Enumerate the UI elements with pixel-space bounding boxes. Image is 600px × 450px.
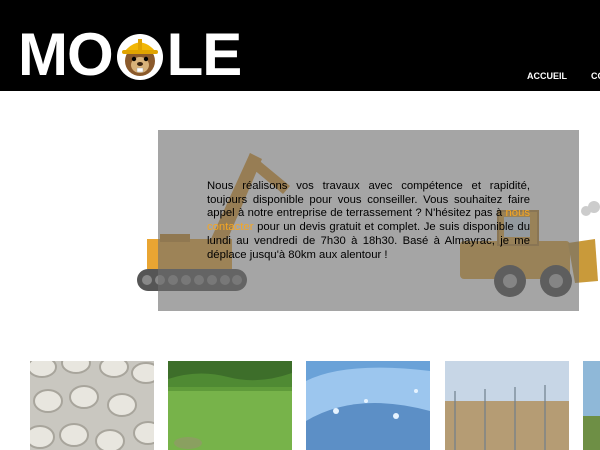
pipes-image[interactable] <box>30 361 154 450</box>
water-image[interactable] <box>306 361 430 450</box>
site-header: MO LE ACCUEIL CO <box>0 0 600 91</box>
main-nav: ACCUEIL CO <box>527 71 600 83</box>
field-image[interactable] <box>583 361 600 450</box>
intro-text-end: pour un devis gratuit et complet. Je sui… <box>207 221 530 261</box>
cloud-icon <box>581 201 600 216</box>
logo[interactable]: MO LE <box>18 21 243 88</box>
logo-text-left: MO <box>18 21 114 88</box>
logo-text-right: LE <box>166 21 243 88</box>
nav-item-contact[interactable]: CO <box>591 71 600 83</box>
nav-item-accueil[interactable]: ACCUEIL <box>527 71 567 83</box>
intro-text-start: Nous réalisons vos travaux avec compéten… <box>207 180 530 220</box>
gallery <box>0 361 600 450</box>
lawn-image[interactable] <box>168 361 292 450</box>
intro-paragraph: Nous réalisons vos travaux avec compéten… <box>207 180 530 262</box>
fence-image[interactable] <box>445 361 569 450</box>
mole-hardhat-icon <box>116 34 163 80</box>
